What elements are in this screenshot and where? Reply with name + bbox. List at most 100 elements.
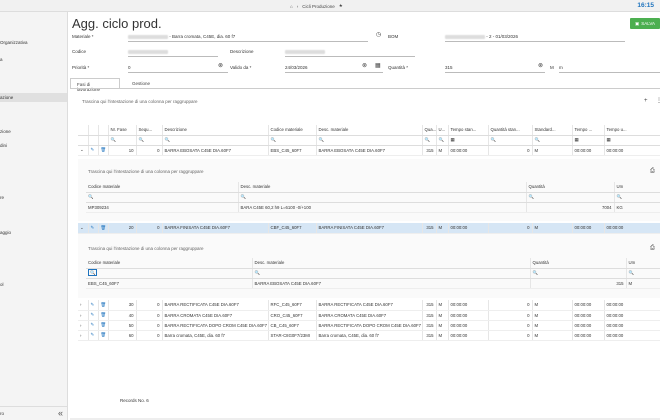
- clear-icon[interactable]: ⊗: [538, 63, 543, 69]
- table-row[interactable]: MP309234 BARA C45E 60,2 h9 L=6100 -0/+10…: [86, 202, 660, 213]
- codice-underline: [128, 56, 218, 57]
- grid-header-row: Nr. Fase Sequ... Descrizione Codice mate…: [78, 125, 660, 136]
- expand-icon[interactable]: ›: [78, 330, 89, 341]
- table-row[interactable]: › ✎ 🗑 60 0 Barra cromata, C45E, dia. 60 …: [78, 330, 660, 341]
- priorita-input[interactable]: 0: [128, 65, 131, 70]
- search-icon[interactable]: 🔍: [252, 268, 531, 279]
- edit-icon[interactable]: ✎: [88, 310, 99, 321]
- priorita-label: Priorità *: [72, 65, 90, 70]
- sidebar-item-8[interactable]: ol: [0, 282, 4, 287]
- delete-icon[interactable]: 🗑: [98, 223, 109, 234]
- col-code[interactable]: Codice materiale: [268, 125, 317, 136]
- clear-icon[interactable]: ⊗: [362, 63, 367, 69]
- search-icon[interactable]: 🔍: [532, 135, 573, 146]
- detail-grid-1: Codice materiale Desc. materiale Quantit…: [86, 182, 660, 213]
- expand-icon[interactable]: ›: [78, 310, 89, 321]
- col-mat[interactable]: Desc. materiale: [316, 125, 423, 136]
- search-icon[interactable]: 🔍: [238, 192, 527, 203]
- grid-filter-row: 🔍 🔍 🔍 🔍 🔍 🔍 🔍 ▦ 🔍 🔍 ▦ ▦: [78, 135, 660, 146]
- search-icon[interactable]: 🔍: [136, 135, 163, 146]
- sidebar-item-active[interactable]: azione: [0, 93, 67, 102]
- redacted-text: [445, 34, 485, 39]
- expand-icon[interactable]: ⌄: [78, 145, 89, 156]
- redacted-text: [128, 49, 168, 54]
- col-um[interactable]: U...: [436, 125, 449, 136]
- descrizione-input[interactable]: [285, 49, 325, 54]
- col-fase[interactable]: Nr. Fase: [108, 125, 137, 136]
- expand-icon[interactable]: ›: [78, 320, 89, 331]
- descrizione-label: Descrizione: [230, 49, 254, 54]
- calendar-icon[interactable]: ▦: [375, 63, 381, 69]
- clock-icon[interactable]: ◷: [376, 32, 381, 38]
- sidebar-item-7[interactable]: aggio: [0, 230, 11, 235]
- export-icon[interactable]: ⎙: [650, 168, 655, 174]
- calendar-icon[interactable]: ▦: [448, 135, 489, 146]
- valido-input[interactable]: 24/03/2026: [285, 65, 308, 70]
- table-row-selected[interactable]: ⌄ ✎ 🗑 20 0 BARRA FINISATA C45E DIA.60F7 …: [78, 223, 660, 234]
- table-row[interactable]: EBS_C45_60F7 BARRA EBOSATA C45E DIA.60F7…: [86, 278, 660, 289]
- save-button[interactable]: ▣ SALVA: [630, 18, 660, 29]
- search-icon[interactable]: 🔍: [86, 192, 239, 203]
- col-qty[interactable]: Qua...: [422, 125, 437, 136]
- home-icon[interactable]: ⌂: [290, 4, 293, 9]
- sidebar-item-4[interactable]: zione: [0, 129, 11, 134]
- sidebar-item-2[interactable]: a: [0, 57, 3, 62]
- edit-icon[interactable]: ✎: [88, 145, 99, 156]
- search-icon[interactable]: 🔍: [316, 135, 423, 146]
- breadcrumb-separator: ›: [296, 3, 299, 9]
- search-icon[interactable]: 🔍: [526, 192, 615, 203]
- col-tempo2[interactable]: Tempo ...: [572, 125, 605, 136]
- col-std[interactable]: Standard...: [532, 125, 573, 136]
- search-icon[interactable]: 🔍: [530, 268, 627, 279]
- calendar-icon[interactable]: ▦: [604, 135, 660, 146]
- table-row[interactable]: › ✎ 🗑 40 0 BARRA CROMATA C45E DIA.60F7 C…: [78, 310, 660, 321]
- sidebar-item-organizzativa[interactable]: Organizzativa: [0, 40, 28, 45]
- delete-icon[interactable]: 🗑: [98, 145, 109, 156]
- clear-icon[interactable]: ⊗: [218, 63, 223, 69]
- edit-icon[interactable]: ✎: [88, 330, 99, 341]
- table-row[interactable]: › ✎ 🗑 50 0 BARRA RECTIFICATA DOPO CROM C…: [78, 320, 660, 331]
- edit-icon[interactable]: ✎: [88, 320, 99, 331]
- grid-header-row: Codice materiale Desc. materiale Quantit…: [86, 258, 660, 269]
- search-icon[interactable]: 🔍: [626, 268, 660, 279]
- col-desc[interactable]: Descrizione: [162, 125, 269, 136]
- menu-icon[interactable]: ⋮: [656, 98, 660, 104]
- edit-icon[interactable]: ✎: [88, 223, 99, 234]
- delete-icon[interactable]: 🗑: [98, 310, 109, 321]
- sidebar-item-5[interactable]: dini: [0, 143, 7, 148]
- star-icon[interactable]: ★: [339, 3, 343, 9]
- collapse-sidebar-icon[interactable]: «: [58, 408, 63, 418]
- phases-grid-row-20: ⌄ ✎ 🗑 20 0 BARRA FINISATA C45E DIA.60F7 …: [78, 223, 660, 234]
- expand-icon[interactable]: ›: [78, 300, 89, 311]
- quantita-input[interactable]: 315: [445, 65, 453, 70]
- table-row[interactable]: › ✎ 🗑 30 0 BARRA RECTIFICATA C45E DIA.60…: [78, 300, 660, 311]
- search-icon[interactable]: 🔍: [436, 135, 449, 146]
- search-icon[interactable]: 🔍: [162, 135, 269, 146]
- um-input[interactable]: m: [559, 65, 563, 70]
- search-icon[interactable]: 🔍: [86, 268, 253, 279]
- delete-icon[interactable]: 🗑: [98, 300, 109, 311]
- search-icon[interactable]: 🔍: [422, 135, 437, 146]
- col-tempo1[interactable]: Tempo stan...: [448, 125, 489, 136]
- search-icon[interactable]: 🔍: [268, 135, 317, 146]
- add-icon[interactable]: +: [644, 98, 648, 104]
- materiale-input[interactable]: - Barra cromata, C45E, dia. 60 f7: [128, 34, 235, 39]
- col-tempo3[interactable]: Tempo u...: [604, 125, 660, 136]
- search-icon[interactable]: 🔍: [108, 135, 137, 146]
- calendar-icon[interactable]: ▦: [572, 135, 605, 146]
- delete-icon[interactable]: 🗑: [98, 330, 109, 341]
- bom-input[interactable]: - 2 - 01/03/2026: [445, 34, 518, 39]
- export-icon[interactable]: ⎙: [650, 245, 655, 251]
- col-seq[interactable]: Sequ...: [136, 125, 163, 136]
- search-icon[interactable]: 🔍: [614, 192, 660, 203]
- delete-icon[interactable]: 🗑: [98, 320, 109, 331]
- codice-input[interactable]: [128, 49, 168, 54]
- edit-icon[interactable]: ✎: [88, 300, 99, 311]
- descrizione-underline: [285, 56, 415, 57]
- sidebar-item-6[interactable]: re: [0, 195, 4, 200]
- search-icon[interactable]: 🔍: [488, 135, 533, 146]
- col-qstd[interactable]: Quantità stan...: [488, 125, 533, 136]
- collapse-icon[interactable]: ⌄: [78, 223, 89, 234]
- table-row[interactable]: ⌄ ✎ 🗑 10 0 BARRA EBOSATA C45E DIA.60F7 E…: [78, 145, 660, 156]
- tab-divider: [70, 88, 660, 89]
